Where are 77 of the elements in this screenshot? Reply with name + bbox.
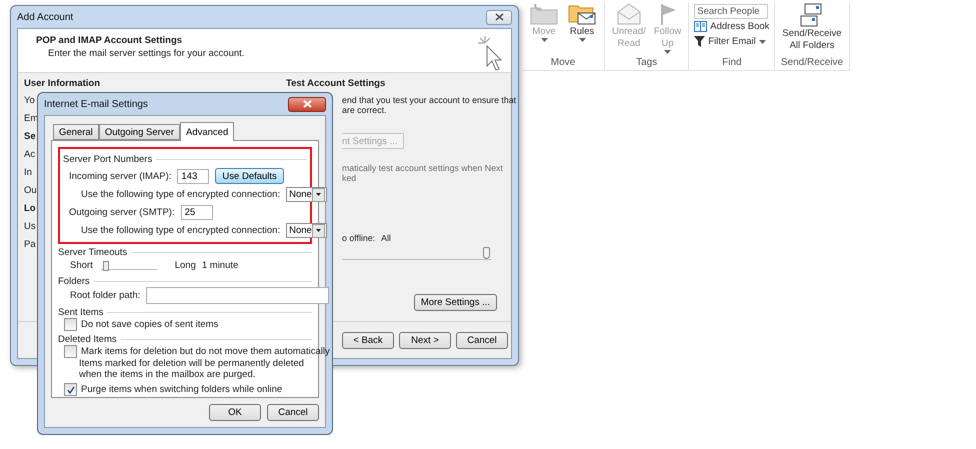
section-title: Server Port Numbers — [63, 154, 152, 165]
field-label: Lo — [24, 202, 36, 216]
field-label: Pa — [24, 238, 36, 252]
address-book-icon — [694, 21, 708, 32]
field-label: Incoming server (IMAP): — [69, 170, 172, 182]
section-title: Server Timeouts — [58, 247, 128, 258]
caret-icon — [540, 38, 548, 42]
group-label: Send/Receive — [780, 57, 844, 70]
checkbox[interactable] — [64, 318, 77, 331]
group-label: Move — [550, 57, 576, 70]
note-text: Items marked for deletion will be permanently deleted when the items in the mailbox are purged. — [78, 358, 305, 380]
section-title: Folders — [58, 276, 90, 287]
offline-label: o offline: — [342, 233, 376, 243]
checkbox[interactable] — [64, 345, 77, 358]
slider-thumb[interactable] — [483, 247, 490, 259]
close-icon — [494, 13, 504, 21]
caret-icon — [664, 50, 672, 54]
ribbon-link[interactable]: Filter Email — [694, 34, 766, 49]
use-defaults-button[interactable]: Use Defaults — [215, 168, 284, 184]
section-title: Deleted Items — [58, 334, 117, 345]
checkbox-label: Do not save copies of sent items — [81, 319, 218, 330]
page-subheading: Enter the mail server settings for your account. — [47, 48, 244, 59]
description-text: matically test account settings when Next — [342, 163, 503, 173]
field-label: Outgoing server (SMTP): — [69, 207, 175, 218]
offline-value: All — [381, 233, 391, 243]
checkbox[interactable] — [64, 383, 77, 396]
close-icon — [302, 100, 312, 108]
tab[interactable]: Outgoing Server — [98, 124, 180, 140]
description-text: end that you test your account to ensure that — [342, 95, 516, 105]
ribbon-button[interactable]: Rules — [565, 2, 599, 42]
ribbon-button[interactable]: Send/Receive All Folders — [780, 2, 844, 52]
close-button[interactable] — [486, 10, 512, 24]
description-text: are correct. — [342, 105, 386, 115]
page-heading: POP and IMAP Account Settings — [36, 35, 184, 46]
window-title: Add Account — [17, 12, 74, 22]
field-label: Use the following type of encrypted connection: — [81, 189, 280, 200]
wizard-button[interactable]: Cancel — [456, 332, 508, 348]
port-field[interactable]: 25 — [180, 205, 213, 220]
field-label: In — [24, 166, 32, 180]
checkmark-icon — [66, 386, 74, 394]
group-label: Tags — [636, 57, 658, 70]
field-label: Ou — [24, 184, 37, 198]
dialog-button[interactable]: Cancel — [267, 404, 319, 421]
field-label: Root folder path: — [70, 290, 140, 301]
field-label: Yo — [24, 94, 35, 108]
tab[interactable]: Advanced — [180, 122, 234, 141]
section-heading: Test Account Settings — [286, 78, 386, 89]
timeout-value: 1 minute — [202, 260, 238, 271]
dialog-button[interactable]: OK — [209, 404, 261, 421]
close-button[interactable] — [288, 96, 326, 112]
tab[interactable]: General — [53, 124, 99, 140]
encryption-dropdown[interactable]: None — [286, 187, 327, 202]
encryption-dropdown[interactable]: None — [286, 223, 327, 238]
group-label: Find — [722, 57, 742, 70]
dialog-title: Internet E-mail Settings — [44, 98, 148, 110]
ribbon-link[interactable]: Address Book — [694, 19, 770, 34]
checkbox-label: Purge items when switching folders while online — [81, 384, 282, 395]
slider-label: Short — [70, 260, 93, 271]
root-folder-field[interactable] — [146, 287, 330, 304]
caret-icon — [758, 40, 766, 44]
field-label: Us — [24, 220, 36, 234]
checkbox-label: Mark items for deletion but do not move them automatically — [81, 346, 330, 357]
caret-icon — [578, 38, 586, 42]
port-field[interactable]: 143 — [177, 168, 210, 184]
wizard-button[interactable]: < Back — [342, 332, 394, 348]
description-text: ked — [342, 173, 356, 183]
slider-label: Long — [174, 260, 196, 271]
search-field[interactable]: Search People — [694, 4, 768, 19]
field-label: Use the following type of encrypted connection: — [81, 225, 280, 236]
filter-icon — [694, 36, 706, 47]
more-settings-button[interactable]: More Settings ... — [414, 294, 497, 311]
section-title: Sent Items — [58, 307, 104, 318]
slider-thumb[interactable] — [103, 261, 110, 271]
section-heading: User Information — [24, 78, 100, 89]
field-label: Ac — [24, 148, 36, 162]
wizard-button[interactable]: Next > — [399, 332, 451, 348]
field-label: Se — [24, 130, 36, 144]
